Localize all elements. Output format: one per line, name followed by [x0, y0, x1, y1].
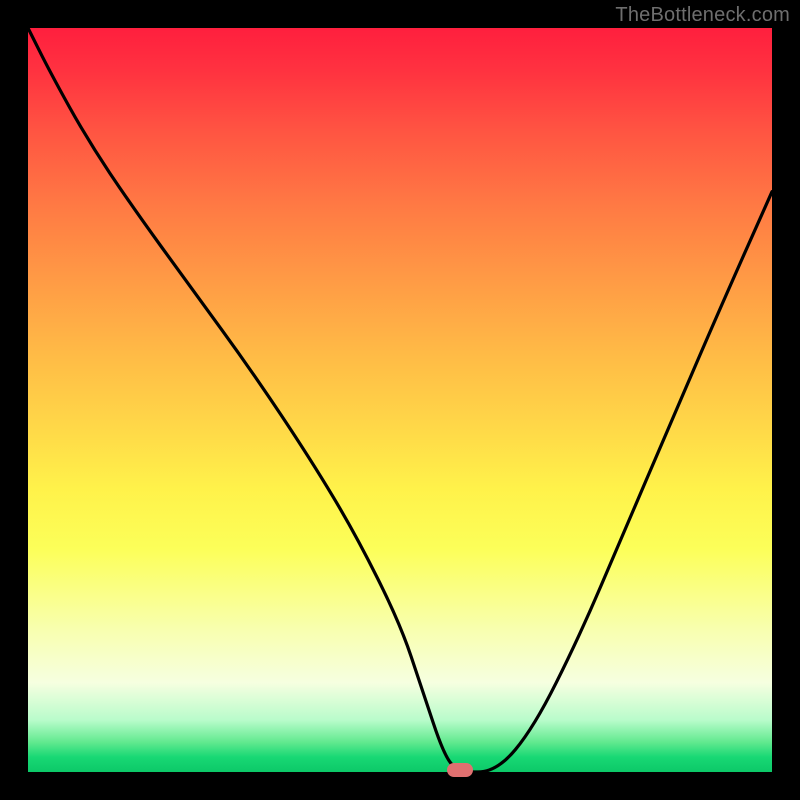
- bottleneck-curve: [28, 28, 772, 772]
- watermark-text: TheBottleneck.com: [615, 4, 790, 27]
- optimum-marker: [447, 763, 473, 777]
- curve-path: [28, 28, 772, 772]
- chart-frame: TheBottleneck.com: [0, 0, 800, 800]
- plot-area: [28, 28, 772, 772]
